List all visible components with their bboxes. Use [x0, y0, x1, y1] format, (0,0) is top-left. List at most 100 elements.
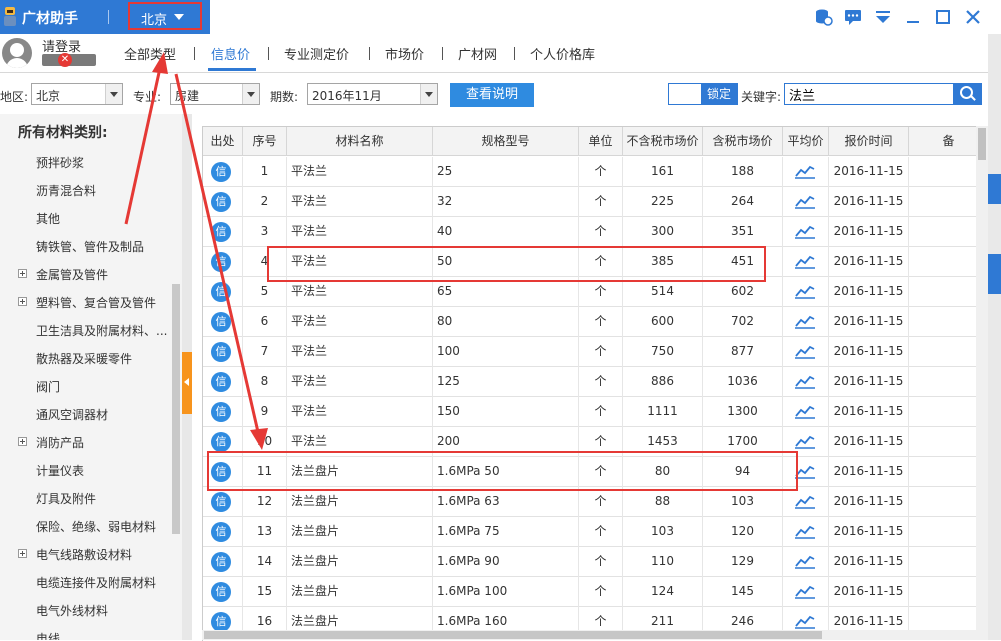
info-source-icon[interactable]: 信	[211, 252, 231, 272]
table-horizontal-scrollbar[interactable]	[202, 630, 976, 640]
maximize-icon[interactable]	[932, 6, 954, 28]
line-chart-icon[interactable]	[795, 344, 815, 359]
col-source-header[interactable]: 出处	[203, 127, 243, 156]
line-chart-icon[interactable]	[795, 224, 815, 239]
info-source-icon[interactable]: 信	[211, 192, 231, 212]
table-row[interactable]: 信 9 平法兰 150 个 1111 1300 2016-11-15	[203, 397, 989, 427]
category-item[interactable]: 铸铁管、管件及制品	[36, 238, 144, 255]
category-item[interactable]: 金属管及管件	[36, 266, 108, 283]
category-item[interactable]: 预拌砂浆	[36, 154, 84, 171]
line-chart-icon[interactable]	[795, 254, 815, 269]
category-item[interactable]: 卫生洁具及附属材料、...	[36, 322, 167, 339]
category-item[interactable]: 通风空调器材	[36, 406, 108, 423]
region-select[interactable]: 北京	[31, 83, 123, 105]
sidebar-scrollbar[interactable]	[172, 284, 180, 534]
col-unit-header[interactable]: 单位	[579, 127, 623, 156]
category-item[interactable]: 塑料管、复合管及管件	[36, 294, 156, 311]
period-select[interactable]: 2016年11月	[307, 83, 438, 105]
specialty-select[interactable]: 房建	[170, 83, 260, 105]
search-button[interactable]	[954, 83, 982, 105]
table-row[interactable]: 信 5 平法兰 65 个 514 602 2016-11-15	[203, 277, 989, 307]
line-chart-icon[interactable]	[795, 314, 815, 329]
category-item[interactable]: 电气线路敷设材料	[36, 546, 132, 563]
info-source-icon[interactable]: 信	[211, 162, 231, 182]
col-price-ex-tax-header[interactable]: 不含税市场价	[623, 127, 703, 156]
keyword-input[interactable]	[784, 83, 954, 105]
col-spec-header[interactable]: 规格型号	[433, 127, 579, 156]
line-chart-icon[interactable]	[795, 464, 815, 479]
table-row[interactable]: 信 10 平法兰 200 个 1453 1700 2016-11-15	[203, 427, 989, 457]
category-item[interactable]: 沥青混合料	[36, 182, 96, 199]
info-source-icon[interactable]: 信	[211, 552, 231, 572]
tab-professional-price[interactable]: 专业测定价	[284, 44, 349, 63]
chat-icon[interactable]	[842, 6, 864, 28]
category-item[interactable]: 电缆连接件及附属材料	[36, 574, 156, 591]
info-source-icon[interactable]: 信	[211, 312, 231, 332]
col-name-header[interactable]: 材料名称	[287, 127, 433, 156]
table-row[interactable]: 信 4 平法兰 50 个 385 451 2016-11-15	[203, 247, 989, 277]
line-chart-icon[interactable]	[795, 554, 815, 569]
city-selector[interactable]: 北京	[128, 2, 202, 30]
category-item[interactable]: 其他	[36, 210, 60, 227]
line-chart-icon[interactable]	[795, 494, 815, 509]
col-number-header[interactable]: 序号	[243, 127, 287, 156]
table-row[interactable]: 信 12 法兰盘片 1.6MPa 63 个 88 103 2016-11-15	[203, 487, 989, 517]
category-item[interactable]: 阀门	[36, 378, 60, 395]
table-row[interactable]: 信 2 平法兰 32 个 225 264 2016-11-15	[203, 187, 989, 217]
table-row[interactable]: 信 1 平法兰 25 个 161 188 2016-11-15	[203, 157, 989, 187]
line-chart-icon[interactable]	[795, 614, 815, 629]
info-source-icon[interactable]: 信	[211, 282, 231, 302]
line-chart-icon[interactable]	[795, 584, 815, 599]
info-source-icon[interactable]: 信	[211, 462, 231, 482]
line-chart-icon[interactable]	[795, 434, 815, 449]
expand-icon[interactable]	[18, 437, 27, 446]
line-chart-icon[interactable]	[795, 164, 815, 179]
tab-material-website[interactable]: 广材网	[458, 44, 497, 63]
login-link[interactable]: 请登录	[42, 36, 81, 55]
info-source-icon[interactable]: 信	[211, 522, 231, 542]
table-row[interactable]: 信 11 法兰盘片 1.6MPa 50 个 80 94 2016-11-15	[203, 457, 989, 487]
expand-icon[interactable]	[18, 269, 27, 278]
info-source-icon[interactable]: 信	[211, 222, 231, 242]
database-icon[interactable]	[812, 6, 834, 28]
tab-all-types[interactable]: 全部类型	[124, 44, 176, 63]
category-item[interactable]: 消防产品	[36, 434, 84, 451]
table-row[interactable]: 信 8 平法兰 125 个 886 1036 2016-11-15	[203, 367, 989, 397]
table-row[interactable]: 信 14 法兰盘片 1.6MPa 90 个 110 129 2016-11-15	[203, 547, 989, 577]
line-chart-icon[interactable]	[795, 374, 815, 389]
line-chart-icon[interactable]	[795, 284, 815, 299]
view-explanation-button[interactable]: 查看说明	[450, 83, 534, 107]
line-chart-icon[interactable]	[795, 404, 815, 419]
category-item[interactable]: 电气外线材料	[36, 602, 108, 619]
category-item[interactable]: 散热器及采暖零件	[36, 350, 132, 367]
line-chart-icon[interactable]	[795, 194, 815, 209]
dropdown-menu-icon[interactable]	[872, 6, 894, 28]
category-item[interactable]: 计量仪表	[36, 462, 84, 479]
table-row[interactable]: 信 7 平法兰 100 个 750 877 2016-11-15	[203, 337, 989, 367]
avatar[interactable]	[2, 38, 32, 68]
tab-personal-price-library[interactable]: 个人价格库	[530, 44, 595, 63]
info-source-icon[interactable]: 信	[211, 492, 231, 512]
info-source-icon[interactable]: 信	[211, 342, 231, 362]
minimize-icon[interactable]	[902, 6, 924, 28]
info-source-icon[interactable]: 信	[211, 402, 231, 422]
line-chart-icon[interactable]	[795, 524, 815, 539]
category-item[interactable]: 灯具及附件	[36, 490, 96, 507]
collapse-sidebar-button[interactable]	[182, 352, 192, 414]
expand-icon[interactable]	[18, 297, 27, 306]
lock-toggle[interactable]: 锁定	[668, 83, 738, 105]
expand-icon[interactable]	[18, 549, 27, 558]
table-row[interactable]: 信 15 法兰盘片 1.6MPa 100 个 124 145 2016-11-15	[203, 577, 989, 607]
info-source-icon[interactable]: 信	[211, 372, 231, 392]
col-quote-date-header[interactable]: 报价时间	[829, 127, 909, 156]
tab-market-price[interactable]: 市场价	[385, 44, 424, 63]
category-item[interactable]: 保险、绝缘、弱电材料	[36, 518, 156, 535]
category-item[interactable]: 电线	[36, 630, 60, 640]
tab-info-price[interactable]: 信息价	[211, 44, 250, 63]
table-row[interactable]: 信 3 平法兰 40 个 300 351 2016-11-15	[203, 217, 989, 247]
table-row[interactable]: 信 6 平法兰 80 个 600 702 2016-11-15	[203, 307, 989, 337]
info-source-icon[interactable]: 信	[211, 612, 231, 632]
info-source-icon[interactable]: 信	[211, 432, 231, 452]
info-source-icon[interactable]: 信	[211, 582, 231, 602]
close-icon[interactable]	[962, 6, 984, 28]
